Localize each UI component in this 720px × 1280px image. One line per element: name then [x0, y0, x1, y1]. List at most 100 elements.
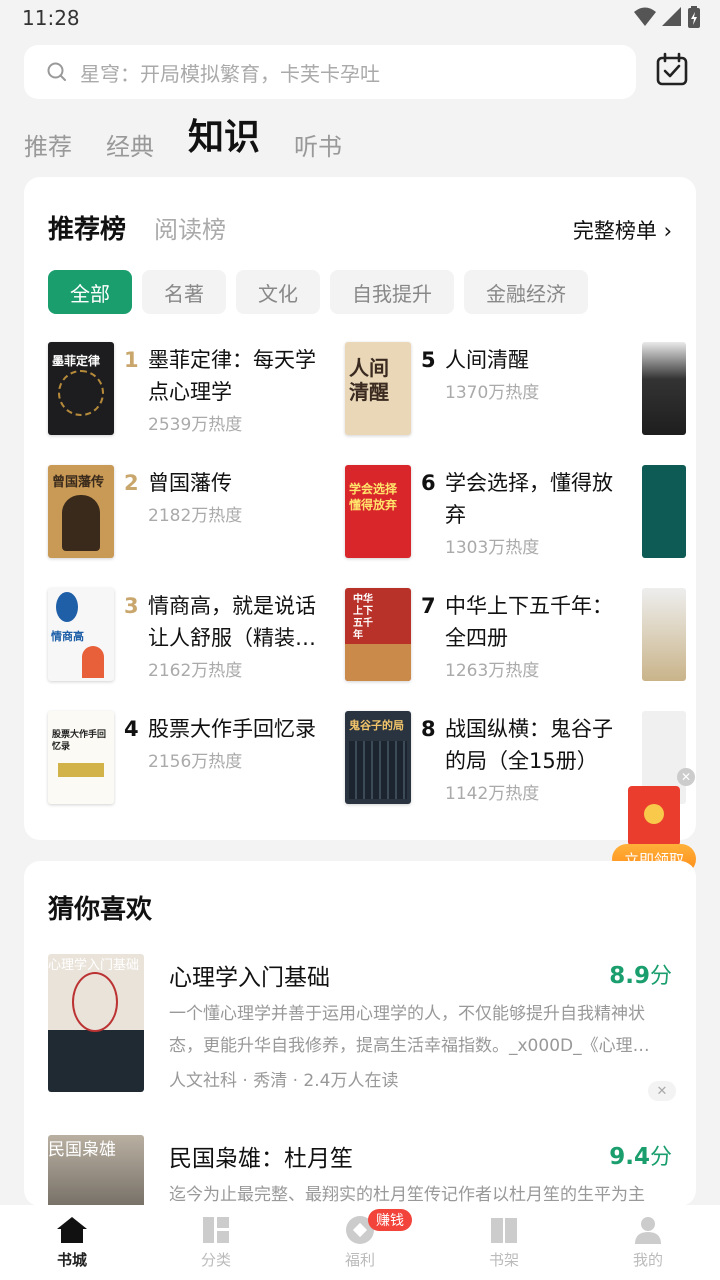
grid-icon	[203, 1217, 229, 1243]
book-meta: 人文社科 · 秀清 · 2.4万人在读	[169, 1071, 399, 1091]
search-icon	[47, 62, 66, 81]
recommendation-card: 猜你喜欢 心理学入门基础 心理学入门基础 8.9分 一个懂心理学并善于运用心理学…	[24, 861, 696, 1206]
user-icon	[635, 1217, 661, 1244]
book-heat: 2162万热度	[148, 661, 243, 681]
book-cover: 曾国藩传	[48, 465, 114, 558]
ranking-header: 推荐榜 阅读榜	[48, 209, 226, 246]
nav-label: 分类	[200, 1251, 231, 1269]
chip-finance[interactable]: 金融经济	[464, 270, 588, 314]
cover-title: 心理学入门基础	[48, 958, 140, 973]
cover-title: 鬼谷子的局	[349, 719, 404, 732]
ranking-book-peek[interactable]	[642, 342, 686, 435]
red-envelope-icon[interactable]	[628, 786, 680, 846]
ranking-book-8[interactable]: 鬼谷子的局 8 战国纵横：鬼谷子的局（全15册） 1142万热度	[345, 711, 635, 807]
recommendation-item[interactable]: 心理学入门基础 心理学入门基础 8.9分 一个懂心理学并善于运用心理学的人，不仅…	[48, 954, 676, 1101]
book-heat: 2156万热度	[148, 752, 243, 772]
tab-audiobook[interactable]: 听书	[294, 127, 342, 168]
ranking-book-peek[interactable]	[642, 588, 686, 681]
rank-number: 6	[421, 471, 436, 495]
ranking-book-3[interactable]: 情商高 3 情商高，就是说话让人舒服（精装… 2162万热度	[48, 588, 338, 684]
full-list-label: 完整榜单	[572, 219, 657, 243]
nav-profile[interactable]: 我的	[576, 1205, 720, 1280]
tab-recommend[interactable]: 推荐	[24, 127, 72, 168]
ranking-tab-recommend[interactable]: 推荐榜	[48, 209, 126, 246]
rank-number: 2	[124, 471, 139, 495]
nav-category[interactable]: 分类	[144, 1205, 288, 1280]
ranking-book-7[interactable]: 中华上下五千年 7 中华上下五千年：全四册 1263万热度	[345, 588, 635, 684]
book-title: 人间清醒	[445, 348, 529, 372]
cover-title: 股票大作手回忆录	[52, 730, 107, 752]
book-heat: 1142万热度	[445, 784, 540, 804]
status-icons	[634, 6, 700, 28]
search-box[interactable]: 星穹：开局模拟繁育，卡芙卡孕吐	[24, 45, 636, 99]
book-score: 9.4分	[609, 1144, 672, 1170]
rank-number: 8	[421, 717, 436, 741]
cover-title: 墨菲定律	[52, 354, 101, 368]
book-heat: 1370万热度	[445, 383, 540, 403]
nav-label: 我的	[632, 1251, 663, 1269]
recommendation-item[interactable]: 民国枭雄 民国枭雄：杜月笙 9.4分 迄今为止最完整、最翔实的杜月笙传记作者以杜…	[48, 1135, 672, 1206]
book-cover: 情商高	[48, 588, 114, 681]
chip-all[interactable]: 全部	[48, 270, 132, 314]
tab-classic[interactable]: 经典	[106, 127, 154, 168]
home-icon	[57, 1217, 87, 1243]
rank-number: 7	[421, 594, 436, 618]
bookshelf-icon	[491, 1218, 517, 1243]
dismiss-icon[interactable]: ✕	[648, 1081, 676, 1101]
book-cover: 学会选择懂得放弃	[345, 465, 411, 558]
rank-number: 1	[124, 348, 139, 372]
category-tabs: 推荐 经典 知识 听书	[24, 112, 342, 168]
rank-number: 5	[421, 348, 436, 372]
nav-welfare[interactable]: 福利 赚钱	[288, 1205, 432, 1280]
book-description: 迄今为止最完整、最翔实的杜月笙传记作者以杜月笙的生平为主	[169, 1185, 645, 1205]
chip-self-improvement[interactable]: 自我提升	[330, 270, 454, 314]
cover-title: 民国枭雄	[48, 1140, 116, 1160]
book-cover: 股票大作手回忆录	[48, 711, 114, 804]
book-title: 曾国藩传	[148, 471, 232, 495]
chip-classics[interactable]: 名著	[142, 270, 226, 314]
ranking-book-6[interactable]: 学会选择懂得放弃 6 学会选择，懂得放弃 1303万热度	[345, 465, 635, 561]
book-title: 墨菲定律：每天学点心理学	[148, 348, 316, 404]
ranking-book-peek[interactable]	[642, 465, 686, 558]
full-list-link[interactable]: 完整榜单 ›	[573, 215, 672, 245]
cover-title: 情商高	[51, 630, 84, 643]
earn-badge: 赚钱	[368, 1209, 412, 1231]
book-cover: 中华上下五千年	[345, 588, 411, 681]
rank-number: 4	[124, 717, 139, 741]
nav-label: 书架	[488, 1251, 519, 1269]
tab-knowledge[interactable]: 知识	[188, 108, 260, 168]
book-title: 学会选择，懂得放弃	[445, 471, 613, 527]
calendar-check-icon[interactable]	[654, 52, 690, 88]
chevron-right-icon: ›	[663, 219, 672, 243]
ranking-card: 推荐榜 阅读榜 完整榜单 › 全部 名著 文化 自我提升 金融经济 墨菲定律 1…	[24, 177, 696, 840]
rank-number: 3	[124, 594, 139, 618]
book-title: 情商高，就是说话让人舒服（精装…	[148, 594, 316, 650]
nav-label: 福利	[344, 1251, 375, 1269]
cover-title: 学会选择懂得放弃	[349, 482, 398, 512]
book-cover: 人间清醒	[345, 342, 411, 435]
cover-title: 中华上下五千年	[353, 594, 373, 641]
nav-label: 书城	[56, 1251, 87, 1269]
book-heat: 1303万热度	[445, 538, 540, 558]
book-name: 心理学入门基础	[169, 965, 330, 991]
book-title: 战国纵横：鬼谷子的局（全15册）	[445, 717, 613, 773]
book-title: 股票大作手回忆录	[148, 717, 316, 741]
cover-title: 曾国藩传	[52, 475, 105, 490]
ranking-book-4[interactable]: 股票大作手回忆录 4 股票大作手回忆录 2156万热度	[48, 711, 338, 807]
recommendation-title: 猜你喜欢	[48, 895, 153, 925]
book-title: 中华上下五千年：全四册	[445, 594, 613, 650]
nav-bookshelf[interactable]: 书架	[432, 1205, 576, 1280]
book-score: 8.9分	[609, 963, 672, 989]
ranking-book-5[interactable]: 人间清醒 5 人间清醒 1370万热度	[345, 342, 635, 438]
book-cover: 民国枭雄	[48, 1135, 144, 1206]
signal-icon	[662, 7, 681, 26]
ranking-book-2[interactable]: 曾国藩传 2 曾国藩传 2182万热度	[48, 465, 338, 561]
ranking-book-1[interactable]: 墨菲定律 1 墨菲定律：每天学点心理学 2539万热度	[48, 342, 338, 438]
book-heat: 2539万热度	[148, 415, 243, 435]
chip-culture[interactable]: 文化	[236, 270, 320, 314]
close-icon[interactable]: ✕	[677, 768, 695, 786]
ranking-tab-reading[interactable]: 阅读榜	[154, 210, 226, 245]
book-heat: 2182万热度	[148, 506, 243, 526]
nav-bookstore[interactable]: 书城	[0, 1205, 144, 1280]
book-cover: 鬼谷子的局	[345, 711, 411, 804]
